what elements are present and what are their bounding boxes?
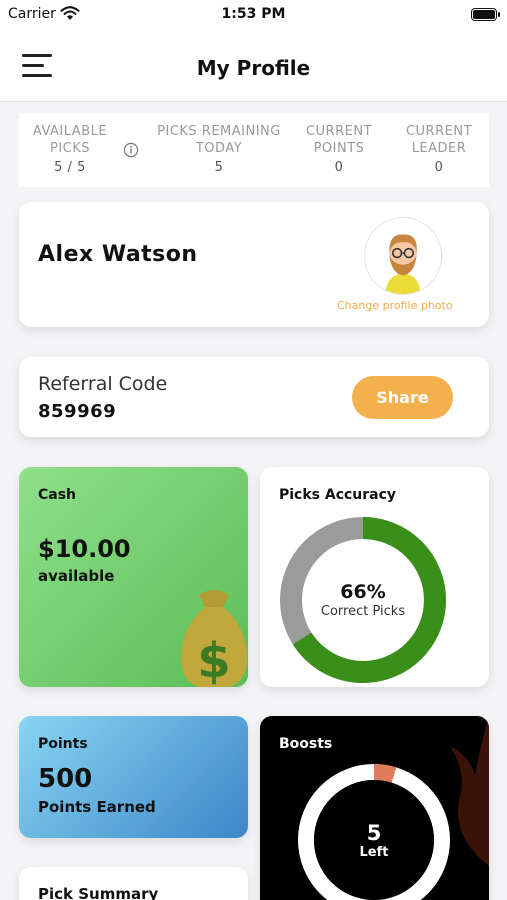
stat-label: AVAILABLE (32, 124, 108, 139)
stat-label: CURRENT (405, 124, 473, 139)
referral-card: Referral Code 859969 Share (19, 357, 489, 437)
accuracy-title: Picks Accuracy (279, 487, 397, 503)
boosts-title: Boosts (279, 736, 333, 752)
points-title: Points (38, 736, 88, 752)
points-card[interactable]: Points 500 Points Earned (19, 716, 248, 838)
points-caption: Points Earned (38, 798, 156, 816)
stat-label: PICKS (49, 141, 91, 156)
change-photo-link[interactable]: Change profile photo (337, 299, 453, 312)
share-button[interactable]: Share (352, 376, 453, 419)
avatar[interactable] (364, 217, 442, 295)
stat-picks-remaining: PICKS REMAINING TODAY 5 (147, 123, 291, 176)
svg-text:$: $ (197, 633, 230, 687)
money-bag-icon: $ (181, 590, 247, 687)
picks-accuracy-card[interactable]: Picks Accuracy 66% Correct Picks (260, 467, 489, 687)
clock: 1:53 PM (221, 6, 286, 22)
cash-title: Cash (38, 487, 77, 503)
referral-label: Referral Code (38, 373, 168, 395)
boosts-card[interactable]: Boosts 5 Left (260, 716, 489, 900)
stat-label: PICKS REMAINING (157, 124, 281, 139)
profile-card: Alex Watson Change profile photo (19, 202, 489, 327)
nav-bar: My Profile (0, 30, 507, 102)
stat-value: 5 / 5 (54, 160, 86, 175)
stat-available-picks: AVAILABLE PICKS 5 / 5 (25, 123, 115, 176)
battery-icon (471, 8, 500, 21)
profile-name: Alex Watson (38, 242, 198, 267)
boosts-caption: Left (359, 845, 389, 860)
boosts-count: 5 (366, 821, 382, 845)
stat-label: LEADER (411, 141, 467, 156)
stat-label: CURRENT (305, 124, 373, 139)
stat-current-points: CURRENT POINTS 0 (297, 123, 381, 176)
info-icon[interactable] (123, 142, 139, 158)
stat-value: 0 (334, 160, 344, 175)
accuracy-caption: Correct Picks (320, 604, 406, 619)
pick-summary-title: Pick Summary (38, 885, 159, 900)
stat-value: 5 (214, 160, 224, 175)
pick-summary-card[interactable]: Pick Summary (19, 867, 248, 900)
stats-strip: AVAILABLE PICKS 5 / 5 PICKS REMAINING TO… (19, 113, 489, 187)
stat-value: 0 (434, 160, 444, 175)
stat-current-leader: CURRENT LEADER 0 (397, 123, 481, 176)
referral-code: 859969 (38, 401, 117, 422)
accuracy-percent: 66% (340, 581, 386, 603)
cash-card[interactable]: Cash $10.00 available $ (19, 467, 248, 687)
stat-label: POINTS (313, 141, 365, 156)
cash-amount: $10.00 (38, 535, 131, 563)
status-bar: Carrier 1:53 PM (0, 0, 507, 30)
points-amount: 500 (38, 764, 93, 794)
stat-label: TODAY (195, 141, 243, 156)
page-title: My Profile (196, 56, 311, 80)
cash-caption: available (38, 567, 115, 585)
